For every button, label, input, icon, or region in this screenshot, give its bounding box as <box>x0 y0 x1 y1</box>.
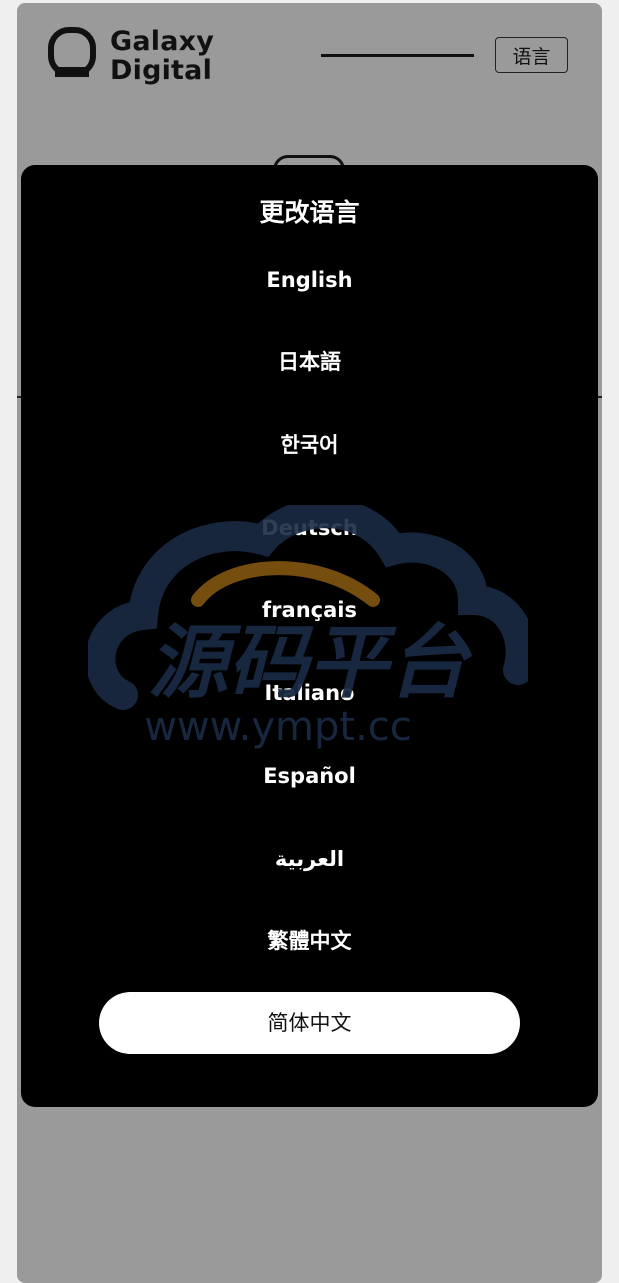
header: Galaxy Digital 语言 <box>17 3 602 113</box>
language-option-french[interactable]: français <box>199 590 420 630</box>
logo-line-1: Galaxy <box>110 26 215 57</box>
language-button[interactable]: 语言 <box>495 37 568 73</box>
language-option-spanish[interactable]: Español <box>199 756 420 796</box>
language-option-simplified-chinese-selected[interactable]: 简体中文 <box>99 992 520 1054</box>
language-option-korean[interactable]: 한국어 <box>199 425 420 465</box>
language-modal: 更改语言 English 日本語 한국어 Deutsch français It… <box>21 165 598 1107</box>
language-option-japanese[interactable]: 日本語 <box>199 342 420 382</box>
language-option-italian[interactable]: Italiano <box>199 673 420 713</box>
language-option-arabic[interactable]: العربية <box>199 839 420 879</box>
logo[interactable]: Galaxy Digital <box>48 27 214 85</box>
language-option-english[interactable]: English <box>199 260 420 300</box>
language-option-german[interactable]: Deutsch <box>199 508 420 548</box>
language-option-traditional-chinese[interactable]: 繁體中文 <box>199 921 420 961</box>
logo-line-2: Digital <box>110 55 213 86</box>
logo-text: Galaxy Digital <box>110 27 214 85</box>
galaxy-logo-icon <box>48 27 96 81</box>
header-divider <box>321 54 474 57</box>
modal-title: 更改语言 <box>259 198 360 227</box>
